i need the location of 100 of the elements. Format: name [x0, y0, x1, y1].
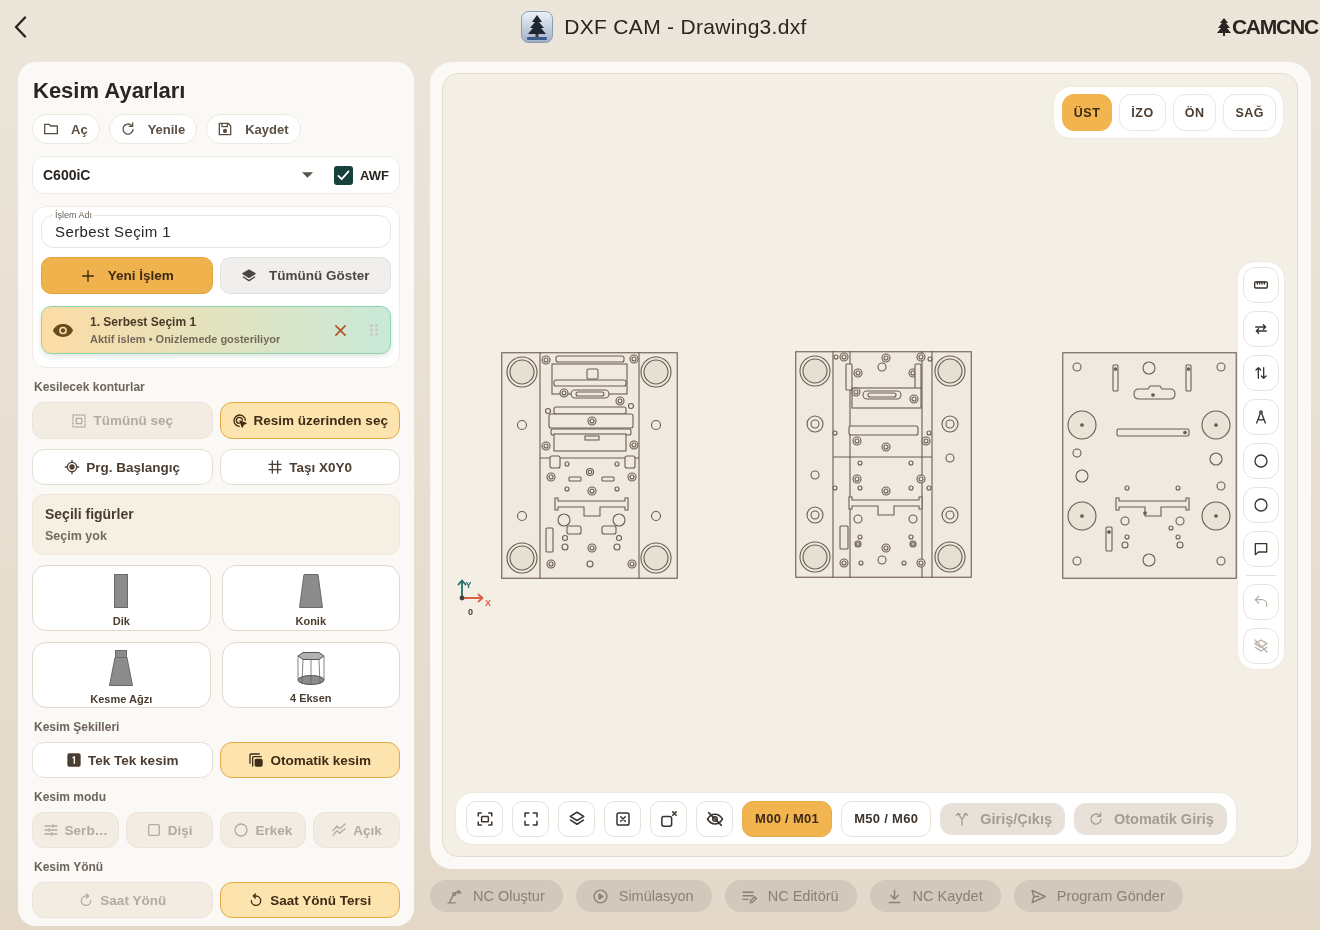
tool-button[interactable] — [696, 800, 733, 837]
robot-arm-icon — [446, 887, 463, 905]
app-icon — [521, 10, 554, 43]
paper-plane-icon — [1029, 887, 1047, 905]
tool-button[interactable] — [1243, 311, 1279, 347]
machine-select[interactable]: C600iC — [43, 160, 335, 190]
tool-button[interactable] — [1243, 267, 1279, 303]
cursor-circle-icon — [231, 412, 248, 429]
section-label: Kesilecek konturlar — [34, 381, 145, 394]
tool-button[interactable] — [466, 800, 503, 837]
hash-grid-icon — [267, 459, 284, 475]
tool-button[interactable] — [1243, 355, 1279, 391]
square-x-icon — [659, 809, 678, 828]
tool-button[interactable] — [1243, 487, 1279, 523]
tool-button[interactable] — [650, 800, 687, 837]
view-tab[interactable]: SAĞ — [1223, 94, 1276, 131]
brand-logo: CAMCNC — [1231, 14, 1318, 39]
chevron-left-icon — [14, 15, 27, 38]
wireframe-cylinder-icon — [296, 650, 325, 685]
file-button[interactable]: Yenile — [108, 114, 198, 144]
cut-type-card[interactable]: 4 Eksen — [221, 642, 400, 708]
stacked-squares-icon — [248, 752, 265, 768]
layers-icon — [241, 267, 257, 284]
axis-label: Y — [465, 580, 472, 590]
section-label: Kesim Yönü — [34, 861, 104, 874]
drawing-compass-icon — [1253, 409, 1269, 425]
tool-button[interactable] — [558, 800, 595, 837]
x-axis-arrow — [461, 593, 484, 603]
numbered-square-icon — [66, 752, 83, 768]
close-icon[interactable] — [335, 324, 346, 336]
zigzag-icon — [331, 822, 348, 838]
tool-button[interactable] — [604, 800, 641, 837]
cut-type-card[interactable]: Konik — [221, 565, 400, 631]
folder-icon — [43, 121, 59, 137]
origin-dot-icon — [459, 595, 465, 601]
circle-icon — [1253, 497, 1269, 513]
up-down-arrows-icon — [1253, 365, 1269, 381]
nozzle-cut-icon — [109, 649, 134, 686]
panel-title: Kesim Ayarları — [33, 78, 187, 104]
card-title: Seçili figürler — [45, 506, 134, 522]
download-icon — [885, 887, 903, 905]
refresh-icon — [119, 121, 136, 137]
x-square-icon — [613, 809, 632, 828]
eye-icon — [52, 322, 74, 338]
origin-label: 0 — [468, 607, 473, 617]
cut-type-card[interactable]: Dik — [32, 565, 211, 631]
tool-button[interactable] — [1243, 531, 1279, 567]
tool-button[interactable] — [1243, 399, 1279, 435]
square-icon — [145, 822, 162, 838]
circle-icon — [233, 822, 250, 838]
crossed-layers-icon — [1253, 638, 1269, 654]
pine-tree-icon — [1216, 17, 1231, 36]
drag-handle-icon[interactable] — [370, 324, 378, 336]
section-label: Kesim modu — [34, 791, 106, 804]
cut-type-card[interactable]: Kesme Ağzı — [32, 642, 211, 708]
cut-shape-button[interactable]: Otomatik kesim — [219, 742, 400, 778]
caret-down-icon — [302, 172, 314, 178]
view-tab[interactable]: ÖN — [1172, 94, 1217, 131]
checkbox-label: AWF — [360, 167, 389, 183]
fit-frame-icon — [475, 809, 494, 828]
tool-button[interactable] — [1243, 443, 1279, 479]
axis-label: X — [485, 598, 491, 608]
refresh-icon — [1088, 810, 1104, 827]
swap-arrows-icon — [1253, 321, 1269, 337]
operation-button[interactable]: Yeni İşlem — [41, 257, 213, 294]
crosshair-icon — [64, 459, 81, 475]
corner-brackets-icon — [521, 809, 540, 828]
file-button[interactable]: Aç — [32, 114, 100, 144]
section-label: Kesim Şekilleri — [34, 721, 120, 734]
sliders-icon — [42, 822, 59, 838]
operation-status: Aktif islem • Onizlemede gosteriliyor — [90, 333, 281, 345]
layers-icon — [567, 809, 586, 828]
fork-arrows-icon — [954, 810, 971, 827]
operation-title: 1. Serbest Seçim 1 — [90, 315, 197, 329]
plus-icon — [79, 267, 96, 284]
undo-arrow-icon — [1253, 594, 1269, 610]
operation-button[interactable]: Tümünü Göster — [219, 257, 391, 294]
field-label: İşlem Adı — [53, 210, 94, 220]
dotted-square-icon — [71, 412, 88, 429]
tool-button[interactable] — [512, 800, 549, 837]
awf-checkbox[interactable] — [334, 165, 354, 185]
selection-mode-button[interactable]: Resim üzerinden seç — [219, 402, 400, 439]
view-tab[interactable]: ÜST — [1061, 94, 1113, 131]
tool-button[interactable]: Taşı X0Y0 — [219, 449, 400, 485]
straight-cut-icon — [114, 573, 129, 608]
tapered-cut-icon — [298, 573, 323, 608]
speech-bubble-icon — [1253, 541, 1269, 557]
operation-item[interactable]: 1. Serbest Seçim 1 Aktif islem • Onizlemede gosteriliyor — [41, 306, 391, 354]
view-tab[interactable]: İZO — [1119, 94, 1166, 131]
play-circle-icon — [591, 887, 609, 905]
tool-button[interactable]: Prg. Başlangıç — [32, 449, 213, 485]
m-code-button[interactable]: M50 / M60 — [841, 800, 932, 837]
checkmark-icon — [337, 169, 351, 181]
y-axis-arrow — [457, 579, 467, 599]
m-code-button[interactable]: M00 / M01 — [742, 800, 833, 837]
circle-icon — [1253, 453, 1269, 469]
cut-shape-button[interactable]: Tek Tek kesim — [32, 742, 213, 778]
file-button[interactable]: Kaydet — [206, 114, 301, 144]
window-title: DXF CAM - Drawing3.dxf — [564, 14, 807, 39]
cut-direction-button[interactable]: Saat Yönü Tersi — [219, 882, 400, 918]
